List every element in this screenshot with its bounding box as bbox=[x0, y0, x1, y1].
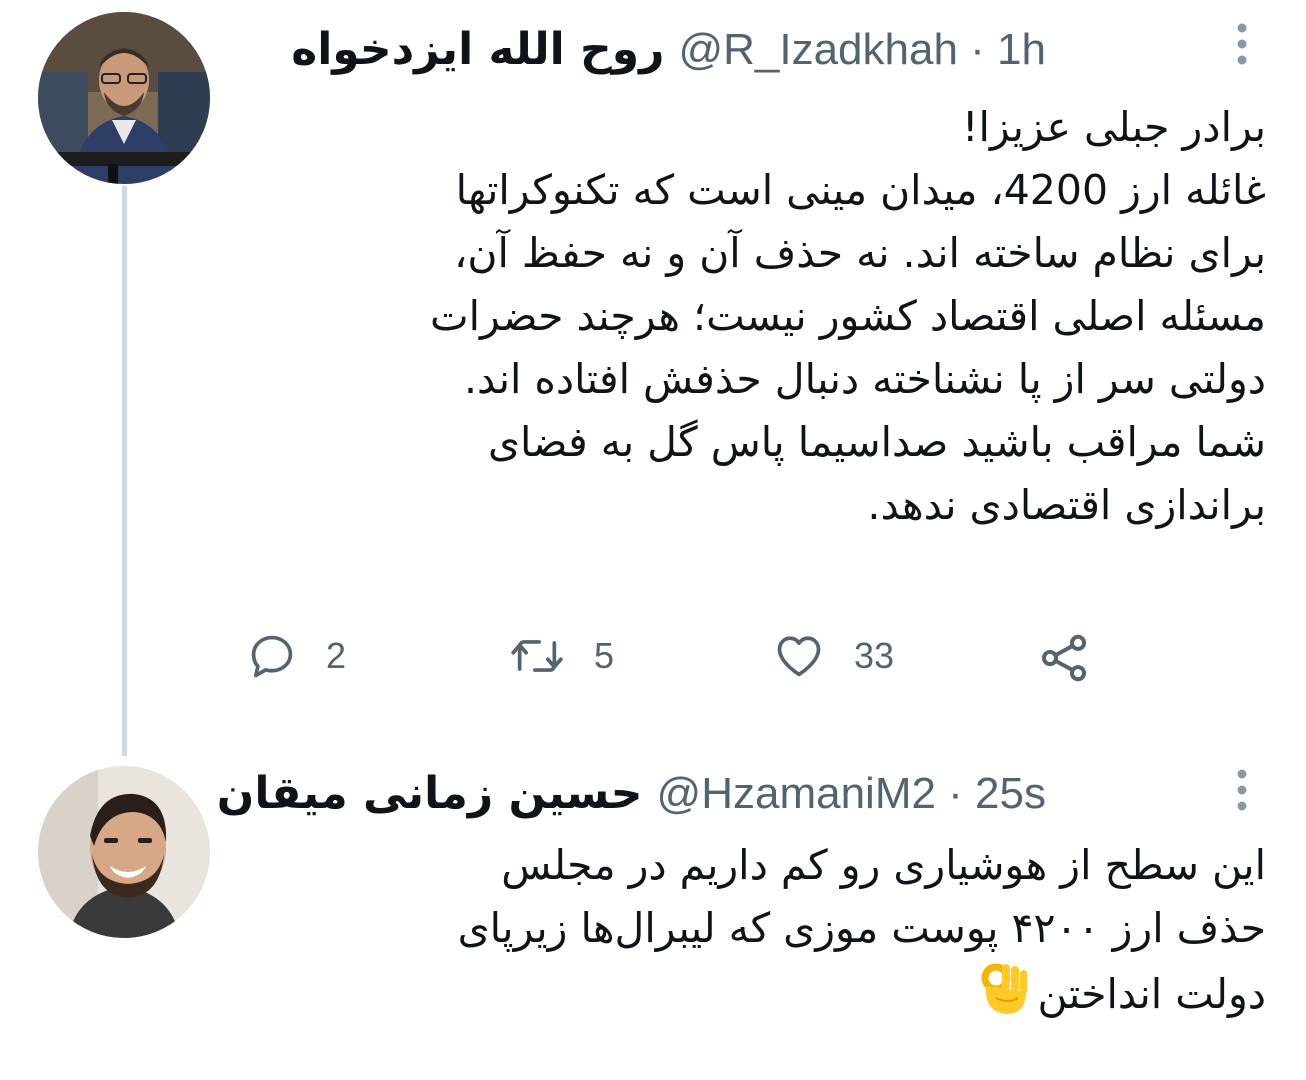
avatar-r-izadkhah[interactable] bbox=[38, 12, 210, 184]
share-icon bbox=[1036, 630, 1092, 686]
tweet-line: شما مراقب باشید صداسیما پاس گل به فضای bbox=[487, 418, 1266, 466]
avatar-hzamanim2[interactable] bbox=[38, 766, 210, 938]
handle-and-time: @R_Izadkhah · 1h bbox=[678, 22, 1046, 78]
tweet-2-text: این سطح از هوشیاری رو کم داریم در مجلس ح… bbox=[458, 834, 1266, 1034]
handle[interactable]: @HzamaniM2 bbox=[657, 769, 936, 818]
tweet-2-header: حسین زمانی میقان @HzamaniM2 · 25s bbox=[217, 766, 1046, 822]
tweet-line: برادر جبلی عزیزا! bbox=[962, 103, 1266, 151]
display-name[interactable]: روح الله ایزدخواه bbox=[291, 22, 664, 78]
tweet-line: دولت انداختن bbox=[458, 960, 1266, 1034]
ok-hand-emoji bbox=[978, 960, 1030, 1034]
reply-count: 2 bbox=[326, 635, 347, 676]
more-vertical-icon[interactable] bbox=[1226, 766, 1258, 818]
tweet-line: مسئله اصلی اقتصاد کشور نیست؛ هرچند حضرات bbox=[430, 292, 1266, 340]
separator-dot: · bbox=[935, 769, 976, 818]
tweet-1-text: برادر جبلی عزیزا! غائله ارز 4200، میدان … bbox=[430, 96, 1266, 537]
like-button[interactable]: 33 bbox=[772, 630, 894, 682]
timestamp[interactable]: 1h bbox=[997, 25, 1046, 74]
tweet-1-actions: 2 5 33 bbox=[0, 630, 1306, 700]
tweet-line: غائله ارز 4200، میدان مینی است که تکنوکر… bbox=[455, 166, 1266, 214]
more-vertical-icon[interactable] bbox=[1226, 20, 1258, 72]
share-button[interactable] bbox=[1036, 630, 1092, 686]
tweet-line: براندازی اقتصادی ندهد. bbox=[867, 481, 1266, 529]
timestamp[interactable]: 25s bbox=[975, 769, 1046, 818]
retweet-count: 5 bbox=[594, 635, 615, 676]
reply-icon bbox=[246, 630, 298, 682]
handle-and-time: @HzamaniM2 · 25s bbox=[657, 766, 1046, 822]
retweet-button[interactable]: 5 bbox=[508, 630, 614, 682]
tweet-line: دولتی سر از پا نشناخته دنبال حذفش افتاده… bbox=[464, 355, 1266, 403]
handle[interactable]: @R_Izadkhah bbox=[678, 25, 958, 74]
like-count: 33 bbox=[854, 635, 895, 676]
tweet-line: این سطح از هوشیاری رو کم داریم در مجلس bbox=[501, 841, 1266, 889]
display-name[interactable]: حسین زمانی میقان bbox=[217, 766, 643, 822]
reply-button[interactable]: 2 bbox=[246, 630, 346, 682]
tweet-line: برای نظام ساخته اند. نه حذف آن و نه حفظ … bbox=[454, 229, 1266, 277]
heart-icon bbox=[772, 630, 826, 682]
tweet-1-header: روح الله ایزدخواه @R_Izadkhah · 1h bbox=[291, 22, 1046, 78]
tweet-line: حذف ارز ۴۲۰۰ پوست موزی که لیبرال‌ها زیرپ… bbox=[457, 904, 1266, 952]
separator-dot: · bbox=[957, 25, 998, 74]
tweet-line-text: دولت انداختن bbox=[1037, 970, 1266, 1018]
retweet-icon bbox=[508, 630, 566, 682]
